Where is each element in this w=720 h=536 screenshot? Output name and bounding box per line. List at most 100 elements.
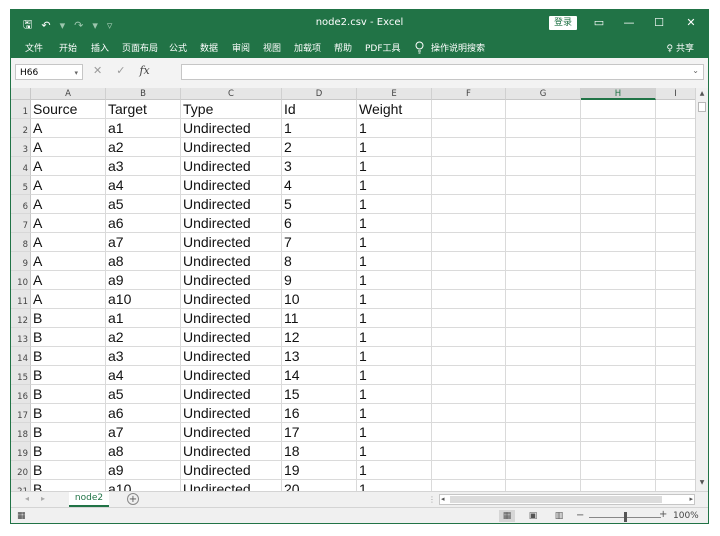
row-header[interactable]: 6 — [11, 195, 31, 214]
vertical-scrollbar[interactable]: ▲ ▼ — [695, 88, 708, 491]
row-header[interactable]: 10 — [11, 271, 31, 290]
cell-g4[interactable] — [506, 157, 581, 176]
cell-d14[interactable]: 13 — [282, 347, 357, 366]
cell-c20[interactable]: Undirected — [181, 461, 282, 480]
row-header[interactable]: 17 — [11, 404, 31, 423]
cell-d18[interactable]: 17 — [282, 423, 357, 442]
row-header[interactable]: 11 — [11, 290, 31, 309]
page-layout-view-icon[interactable]: ▣ — [525, 510, 541, 522]
cell-h6[interactable] — [581, 195, 656, 214]
cell-c5[interactable]: Undirected — [181, 176, 282, 195]
row-header[interactable]: 4 — [11, 157, 31, 176]
cell-a19[interactable]: B — [31, 442, 106, 461]
tab-file[interactable]: 文件 — [25, 41, 43, 54]
cell-e4[interactable]: 1 — [357, 157, 432, 176]
cell-b21[interactable]: a10 — [106, 480, 181, 491]
cell-c17[interactable]: Undirected — [181, 404, 282, 423]
cell-b1[interactable]: Target — [106, 100, 181, 119]
zoom-slider-thumb[interactable] — [624, 512, 627, 522]
vertical-scroll-thumb[interactable] — [698, 102, 706, 112]
cell-i5[interactable] — [656, 176, 695, 195]
cell-f11[interactable] — [432, 290, 506, 309]
row-header[interactable]: 3 — [11, 138, 31, 157]
row-header[interactable]: 9 — [11, 252, 31, 271]
cell-h11[interactable] — [581, 290, 656, 309]
column-header-g[interactable]: G — [506, 88, 581, 100]
cell-i9[interactable] — [656, 252, 695, 271]
cell-a4[interactable]: A — [31, 157, 106, 176]
login-button[interactable]: 登录 — [549, 16, 577, 30]
cell-f4[interactable] — [432, 157, 506, 176]
cell-c8[interactable]: Undirected — [181, 233, 282, 252]
cell-a16[interactable]: B — [31, 385, 106, 404]
cell-h13[interactable] — [581, 328, 656, 347]
column-header-b[interactable]: B — [106, 88, 181, 100]
cell-a20[interactable]: B — [31, 461, 106, 480]
cell-b9[interactable]: a8 — [106, 252, 181, 271]
cell-a3[interactable]: A — [31, 138, 106, 157]
select-all-corner[interactable] — [11, 88, 31, 100]
tab-pdf-tools[interactable]: PDF工具 — [365, 41, 401, 54]
cell-i11[interactable] — [656, 290, 695, 309]
cell-g21[interactable] — [506, 480, 581, 491]
cell-b14[interactable]: a3 — [106, 347, 181, 366]
cell-g13[interactable] — [506, 328, 581, 347]
cell-d16[interactable]: 15 — [282, 385, 357, 404]
cell-e13[interactable]: 1 — [357, 328, 432, 347]
cell-a5[interactable]: A — [31, 176, 106, 195]
cell-h2[interactable] — [581, 119, 656, 138]
tab-view[interactable]: 视图 — [263, 41, 281, 54]
macro-record-icon[interactable]: ▦ — [17, 511, 26, 521]
cell-b8[interactable]: a7 — [106, 233, 181, 252]
cell-i7[interactable] — [656, 214, 695, 233]
cell-a2[interactable]: A — [31, 119, 106, 138]
cell-c7[interactable]: Undirected — [181, 214, 282, 233]
cell-e19[interactable]: 1 — [357, 442, 432, 461]
cell-h12[interactable] — [581, 309, 656, 328]
cell-c16[interactable]: Undirected — [181, 385, 282, 404]
cell-c9[interactable]: Undirected — [181, 252, 282, 271]
add-sheet-icon[interactable]: + — [127, 493, 139, 505]
cell-d7[interactable]: 6 — [282, 214, 357, 233]
cell-h14[interactable] — [581, 347, 656, 366]
cell-c11[interactable]: Undirected — [181, 290, 282, 309]
cell-h17[interactable] — [581, 404, 656, 423]
cell-e10[interactable]: 1 — [357, 271, 432, 290]
cell-c19[interactable]: Undirected — [181, 442, 282, 461]
sheet-tab-node2[interactable]: node2 — [69, 492, 109, 507]
cell-g20[interactable] — [506, 461, 581, 480]
cell-a6[interactable]: A — [31, 195, 106, 214]
cell-e11[interactable]: 1 — [357, 290, 432, 309]
tell-me-search[interactable]: 操作说明搜索 — [431, 41, 485, 54]
cell-e21[interactable]: 1 — [357, 480, 432, 491]
cell-b6[interactable]: a5 — [106, 195, 181, 214]
cell-b17[interactable]: a6 — [106, 404, 181, 423]
cell-e5[interactable]: 1 — [357, 176, 432, 195]
cell-c2[interactable]: Undirected — [181, 119, 282, 138]
cell-b15[interactable]: a4 — [106, 366, 181, 385]
cell-f21[interactable] — [432, 480, 506, 491]
cell-i4[interactable] — [656, 157, 695, 176]
cell-e20[interactable]: 1 — [357, 461, 432, 480]
cell-c1[interactable]: Type — [181, 100, 282, 119]
share-button[interactable]: ♀ 共享 — [667, 41, 694, 54]
cell-g19[interactable] — [506, 442, 581, 461]
cell-i21[interactable] — [656, 480, 695, 491]
row-header[interactable]: 15 — [11, 366, 31, 385]
cell-f14[interactable] — [432, 347, 506, 366]
enter-icon[interactable]: ✓ — [116, 64, 125, 77]
cell-h5[interactable] — [581, 176, 656, 195]
cell-g16[interactable] — [506, 385, 581, 404]
cell-g18[interactable] — [506, 423, 581, 442]
cell-d9[interactable]: 8 — [282, 252, 357, 271]
cell-g10[interactable] — [506, 271, 581, 290]
tab-review[interactable]: 审阅 — [232, 41, 250, 54]
worksheet-grid[interactable]: A B C D E F G H I 1 Source Target Type Id Weight 2 Aa1 Un… — [11, 88, 695, 491]
cell-d11[interactable]: 10 — [282, 290, 357, 309]
cell-f12[interactable] — [432, 309, 506, 328]
prev-sheet-icon[interactable]: ◂ — [25, 494, 29, 503]
cell-i6[interactable] — [656, 195, 695, 214]
cell-f1[interactable] — [432, 100, 506, 119]
row-header[interactable]: 7 — [11, 214, 31, 233]
cell-i1[interactable] — [656, 100, 695, 119]
